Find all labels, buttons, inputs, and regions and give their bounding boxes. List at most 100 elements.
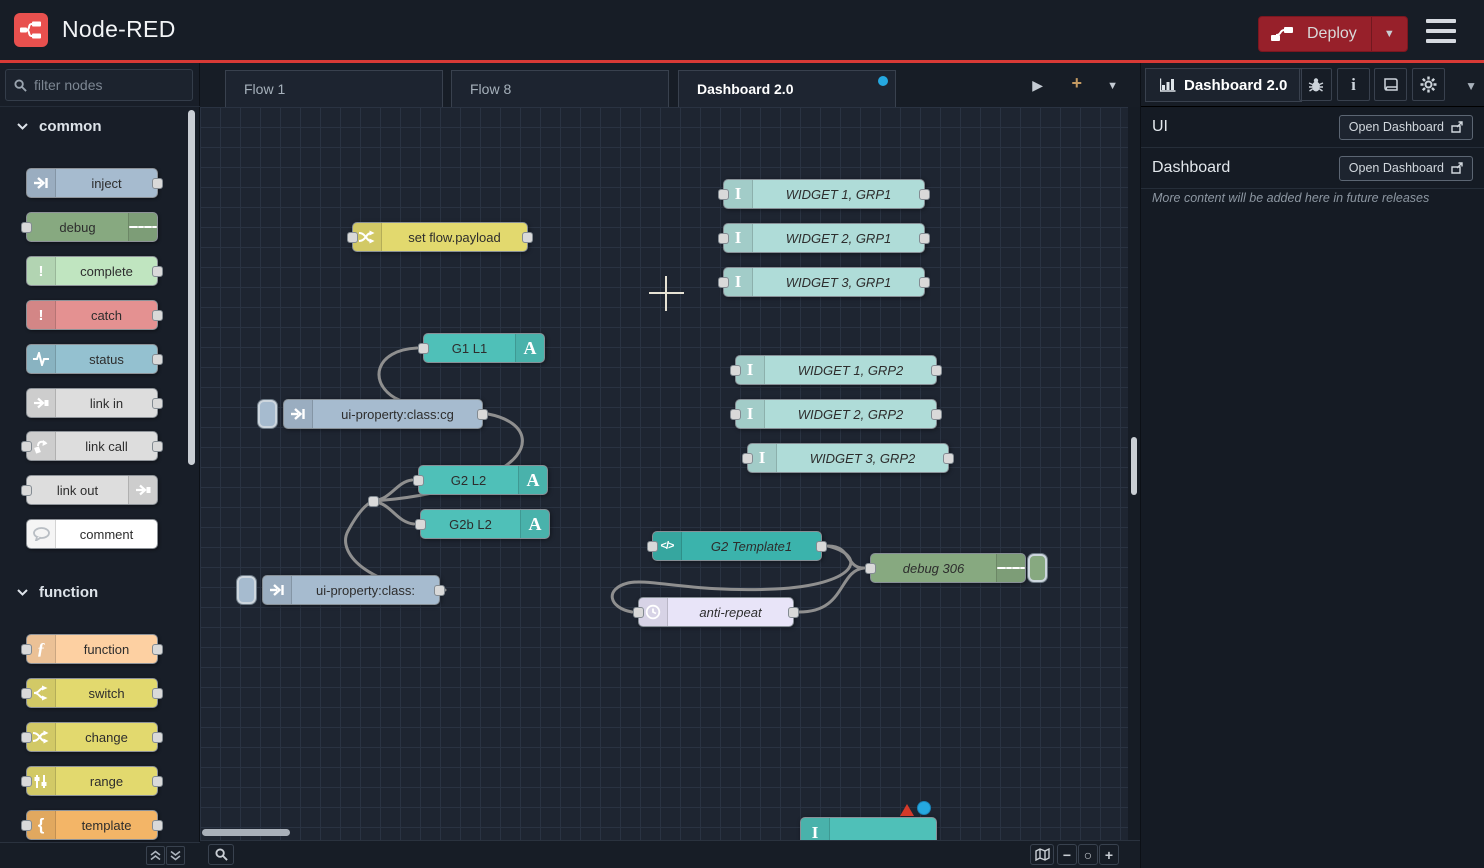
palette-node-status[interactable]: status: [26, 344, 158, 374]
output-port[interactable]: [931, 409, 942, 420]
node-widget-3-grp2[interactable]: I WIDGET 3, GRP2: [747, 443, 949, 473]
output-port[interactable]: [919, 233, 930, 244]
open-dashboard-button[interactable]: Open Dashboard: [1339, 156, 1473, 181]
input-port[interactable]: [415, 519, 426, 530]
palette-node-function[interactable]: ƒ function: [26, 634, 158, 664]
palette-node-change[interactable]: change: [26, 722, 158, 752]
flow-list-caret-icon[interactable]: ▼: [1107, 80, 1118, 92]
node-anti-repeat[interactable]: anti-repeat: [638, 597, 794, 627]
node-widget-2-grp2[interactable]: I WIDGET 2, GRP2: [735, 399, 937, 429]
input-port[interactable]: [418, 343, 429, 354]
horizontal-scrollbar[interactable]: [202, 829, 290, 836]
wire[interactable]: [373, 501, 414, 524]
node-partial-bottom[interactable]: I: [800, 817, 937, 840]
inject-arrow-icon: [284, 400, 313, 428]
debug-tab-button[interactable]: [1299, 68, 1332, 101]
output-port[interactable]: [788, 607, 799, 618]
deploy-button[interactable]: Deploy ▼: [1258, 16, 1408, 52]
input-port[interactable]: [347, 232, 358, 243]
tab-dashboard-2-0[interactable]: Dashboard 2.0: [678, 70, 896, 107]
flow-canvas[interactable]: set flow.payload I WIDGET 1, GRP1 I WIDG…: [200, 107, 1128, 840]
hamburger-icon[interactable]: [1426, 19, 1456, 43]
output-port[interactable]: [816, 541, 827, 552]
palette-node-catch[interactable]: ! catch: [26, 300, 158, 330]
inject-trigger-button[interactable]: [258, 400, 277, 428]
filter-nodes-input[interactable]: [34, 77, 174, 93]
double-chevron-down-icon[interactable]: [166, 846, 185, 865]
inject-trigger-button[interactable]: [237, 576, 256, 604]
output-port[interactable]: [434, 585, 445, 596]
double-chevron-up-icon[interactable]: [146, 846, 165, 865]
node-ui-property-class-cg[interactable]: ui-property:class:cg: [283, 399, 483, 429]
input-port[interactable]: [730, 409, 741, 420]
node-widget-1-grp1[interactable]: I WIDGET 1, GRP1: [723, 179, 925, 209]
scroll-right-icon[interactable]: ▶: [1032, 77, 1043, 94]
palette-node-comment[interactable]: comment: [26, 519, 158, 549]
input-port[interactable]: [865, 563, 876, 574]
help-tab-button[interactable]: [1374, 68, 1407, 101]
vertical-scrollbar[interactable]: [1131, 437, 1137, 495]
unsaved-changes-dot: [878, 76, 888, 86]
sidebar-tab-dashboard[interactable]: Dashboard 2.0: [1145, 68, 1302, 102]
open-dashboard-button[interactable]: Open Dashboard: [1339, 115, 1473, 140]
info-icon: i: [1351, 75, 1356, 95]
palette-node-switch[interactable]: switch: [26, 678, 158, 708]
output-port[interactable]: [522, 232, 533, 243]
add-flow-icon[interactable]: +: [1071, 73, 1082, 94]
tab-flow-8[interactable]: Flow 8: [451, 70, 669, 107]
wire-junction[interactable]: [368, 496, 379, 507]
palette-node-range[interactable]: range: [26, 766, 158, 796]
caret-down-icon[interactable]: ▼: [1465, 79, 1477, 93]
node-g1-l1[interactable]: G1 L1 A: [423, 333, 545, 363]
palette-node-link-call[interactable]: link call: [26, 431, 158, 461]
input-port[interactable]: [730, 365, 741, 376]
node-label: ui-property:class:: [292, 576, 439, 604]
config-tab-button[interactable]: [1412, 68, 1445, 101]
node-label: [830, 818, 936, 840]
wire[interactable]: [828, 546, 864, 568]
node-g2-l2[interactable]: G2 L2 A: [418, 465, 548, 495]
node-ui-property-class[interactable]: ui-property:class:: [262, 575, 440, 605]
output-port[interactable]: [943, 453, 954, 464]
palette-node-debug[interactable]: debug: [26, 212, 158, 242]
node-g2-template1[interactable]: </> G2 Template1: [652, 531, 822, 561]
input-port[interactable]: [718, 277, 729, 288]
node-g2b-l2[interactable]: G2b L2 A: [420, 509, 550, 539]
zoom-reset-button[interactable]: ○: [1078, 844, 1098, 865]
output-port[interactable]: [477, 409, 488, 420]
zoom-out-button[interactable]: −: [1057, 844, 1077, 865]
node-widget-1-grp2[interactable]: I WIDGET 1, GRP2: [735, 355, 937, 385]
input-port[interactable]: [413, 475, 424, 486]
zoom-in-button[interactable]: +: [1099, 844, 1119, 865]
input-port[interactable]: [633, 607, 644, 618]
palette-scrollbar[interactable]: [188, 110, 195, 465]
node-label: G2 Template1: [682, 532, 821, 560]
deploy-caret-icon[interactable]: ▼: [1371, 17, 1407, 51]
node-debug-306[interactable]: debug 306: [870, 553, 1026, 583]
debug-toggle-button[interactable]: [1028, 554, 1047, 582]
palette-section-function[interactable]: function: [0, 577, 186, 607]
output-port[interactable]: [919, 189, 930, 200]
palette-node-inject[interactable]: inject: [26, 168, 158, 198]
input-port[interactable]: [647, 541, 658, 552]
palette-section-common[interactable]: common: [0, 111, 186, 141]
info-tab-button[interactable]: i: [1337, 68, 1370, 101]
wire[interactable]: [799, 568, 864, 612]
palette-node-link-in[interactable]: link in: [26, 388, 158, 418]
search-flows-button[interactable]: [208, 844, 234, 865]
output-port[interactable]: [919, 277, 930, 288]
input-port[interactable]: [718, 189, 729, 200]
map-navigator-button[interactable]: [1030, 844, 1054, 865]
node-widget-2-grp1[interactable]: I WIDGET 2, GRP1: [723, 223, 925, 253]
node-widget-3-grp1[interactable]: I WIDGET 3, GRP1: [723, 267, 925, 297]
node-set-flow-payload[interactable]: set flow.payload: [352, 222, 528, 252]
tab-flow-1[interactable]: Flow 1: [225, 70, 443, 107]
output-port[interactable]: [931, 365, 942, 376]
palette-node-complete[interactable]: ! complete: [26, 256, 158, 286]
input-port[interactable]: [718, 233, 729, 244]
palette-node-link-out[interactable]: link out: [26, 475, 158, 505]
input-port: [21, 776, 32, 787]
palette-node-template[interactable]: { template: [26, 810, 158, 840]
input-port[interactable]: [742, 453, 753, 464]
palette-search-box[interactable]: [5, 69, 193, 101]
